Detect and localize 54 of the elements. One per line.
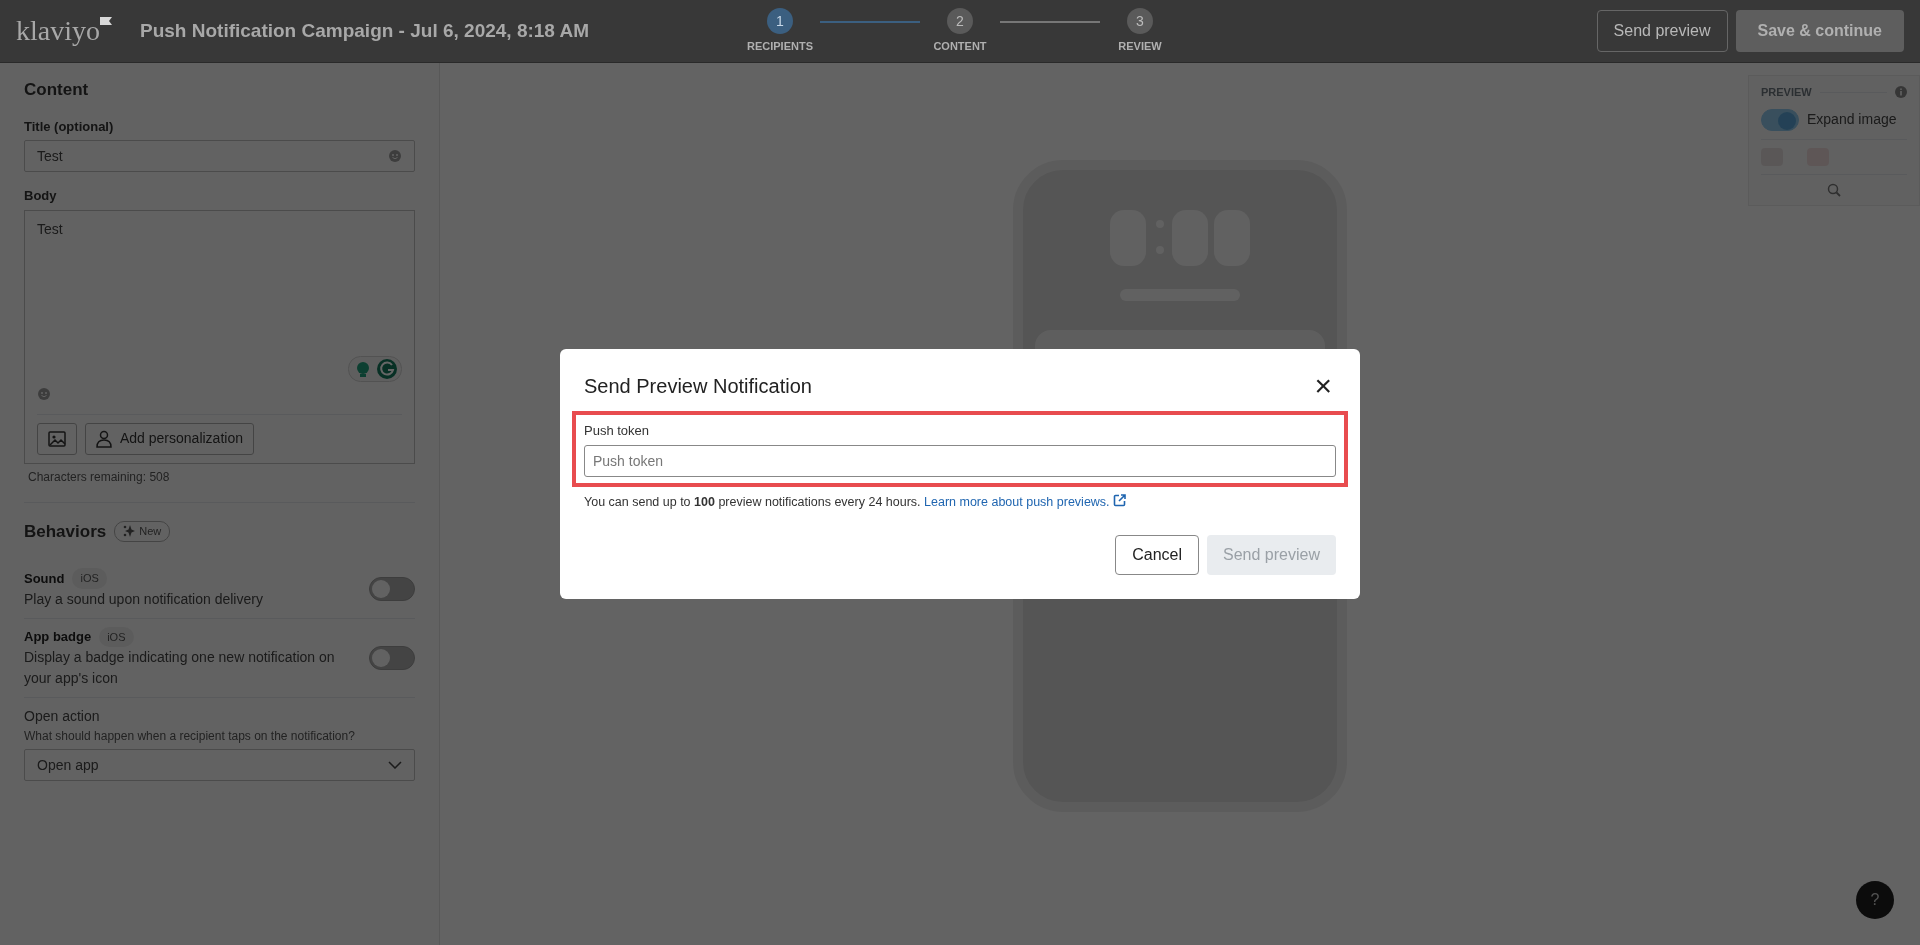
section-heading: Behaviors [24, 520, 107, 543]
character-count: Characters remaining: 508 [28, 468, 171, 486]
new-badge: New [114, 521, 171, 542]
toggle-label: Expand image [1807, 110, 1897, 129]
setting-title: App badge [24, 628, 92, 646]
image-icon [48, 430, 66, 447]
setting-description: Display a badge indicating one new notification on your app's icon [24, 648, 336, 688]
personalization-button[interactable]: Add personalization [85, 422, 254, 455]
close-button[interactable]: × [1310, 371, 1336, 401]
field-label: Open action [24, 707, 101, 726]
step-label: RECIPIENTS [747, 39, 813, 54]
toggle-switch[interactable] [369, 645, 415, 670]
step-label: REVIEW [1118, 39, 1162, 54]
emoji-icon[interactable] [37, 387, 51, 402]
chevron-down-icon [388, 761, 402, 769]
zoom-icon[interactable] [1827, 182, 1841, 197]
field-hint: What should happen when a recipient taps on the notification? [24, 728, 356, 745]
help-button[interactable]: ? [1856, 881, 1894, 919]
preview-limit-note: You can send up to 100 preview notifications every 24 hours. Learn more about push previews. [584, 492, 1336, 512]
body-field[interactable]: Test Add personalization [24, 209, 415, 464]
toggle-switch[interactable] [1761, 108, 1799, 131]
step-number[interactable]: 3 [1127, 8, 1153, 34]
emoji-icon[interactable] [388, 149, 402, 163]
field-value: Test [37, 219, 64, 239]
step-label: CONTENT [933, 39, 987, 54]
person-icon [96, 429, 112, 448]
platform-tag: iOS [72, 568, 107, 589]
flag-icon [100, 17, 112, 27]
section-heading: Content [24, 79, 90, 101]
external-link-icon[interactable] [1113, 493, 1127, 507]
open-action-select[interactable]: Open app [24, 749, 415, 781]
assistant-icons [348, 355, 402, 382]
field-label: Push token [584, 422, 651, 440]
send-preview-button[interactable]: Send preview [1596, 10, 1728, 52]
info-icon[interactable] [1895, 86, 1907, 99]
save-continue-button[interactable]: Save & continue [1735, 10, 1904, 52]
sparkle-icon [123, 525, 136, 538]
field-value: Test [37, 146, 63, 166]
learn-more-link[interactable]: Learn more about push previews. [924, 494, 1110, 509]
dialog-title: Send Preview Notification [584, 374, 812, 399]
campaign-title: Push Notification Campaign - Jul 6, 2024, 8:18 AM [140, 18, 590, 43]
setting-description: Play a sound upon notification delivery [24, 589, 264, 609]
logo: klaviyo [16, 17, 112, 45]
image-button[interactable] [37, 422, 77, 455]
step-number[interactable]: 2 [947, 8, 973, 34]
toggle-switch[interactable] [369, 576, 415, 601]
setting-title: Sound [24, 569, 65, 588]
platform-tag: iOS [99, 626, 134, 647]
step-number[interactable]: 1 [767, 8, 793, 34]
cancel-button[interactable]: Cancel [1115, 535, 1200, 576]
field-label: Body [24, 187, 58, 205]
title-field[interactable]: Test [24, 140, 415, 172]
field-label: Title (optional) [24, 117, 115, 136]
push-token-field[interactable]: Push token [584, 444, 1336, 477]
